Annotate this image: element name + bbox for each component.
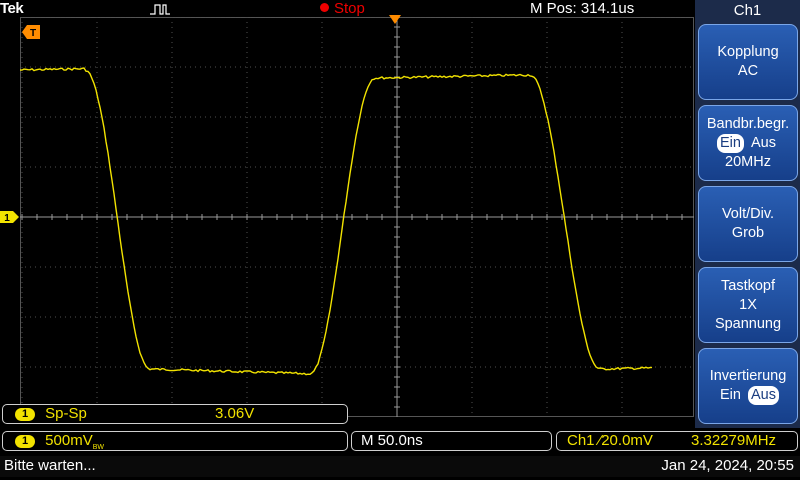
bandwidth-on-option[interactable]: Ein <box>717 133 744 153</box>
trigger-level-marker[interactable]: T <box>22 25 40 39</box>
trigger-position-marker[interactable] <box>389 15 401 24</box>
invert-label: Invertierung <box>709 368 787 384</box>
probe-label: Tastkopf <box>721 277 775 294</box>
measurement-readout[interactable]: 1 Sp-Sp 3.06V <box>2 404 348 424</box>
timebase-readout[interactable]: M 50.0ns <box>351 431 552 451</box>
volts-per-div: 500mV <box>45 432 93 449</box>
probe-type: Spannung <box>714 315 782 332</box>
measurement-value: 3.06V <box>215 405 255 422</box>
top-status-bar: Tek Stop M Pos: 314.1us <box>0 0 694 18</box>
measurement-label: Sp-Sp <box>45 405 87 422</box>
timebase-value: M 50.0ns <box>361 432 423 449</box>
run-state-icon <box>320 3 329 12</box>
trigger-source: Ch1 <box>567 432 595 449</box>
invert-off-option[interactable]: Aus <box>748 386 779 405</box>
probe-button[interactable]: Tastkopf 1X Spannung <box>698 267 798 343</box>
date-time: Jan 24, 2024, 20:55 <box>661 457 794 474</box>
ch1-waveform-trace <box>20 67 653 376</box>
invert-button[interactable]: Invertierung Ein Aus <box>698 348 798 424</box>
volt-div-value: Grob <box>731 225 765 241</box>
bandwidth-off-option[interactable]: Aus <box>748 134 779 153</box>
trigger-readout[interactable]: Ch1 ⁄20.0mV 3.32279MHz <box>556 431 798 451</box>
svg-text:T: T <box>30 28 36 39</box>
coupling-button[interactable]: Kopplung AC <box>698 24 798 100</box>
frequency-readout: 3.32279MHz <box>691 432 777 449</box>
oscilloscope-screen: Tek Stop M Pos: 314.1us 1 T Ch1 Kopplung… <box>0 0 800 480</box>
bandwidth-limit-button[interactable]: Bandbr.begr. Ein Aus 20MHz <box>698 105 798 181</box>
run-state: Stop <box>334 0 365 17</box>
status-message: Bitte warten... <box>4 457 96 474</box>
channel-side-menu: Ch1 Kopplung AC Bandbr.begr. Ein Aus 20M… <box>695 0 800 428</box>
side-menu-title: Ch1 <box>733 2 762 19</box>
main-position: M Pos: 314.1us <box>530 0 635 17</box>
channel-scale-readout[interactable]: 1 500mVBW <box>2 431 348 451</box>
probe-attenuation: 1X <box>739 296 757 313</box>
invert-on-option[interactable]: Ein <box>717 386 744 405</box>
volt-div-button[interactable]: Volt/Div. Grob <box>698 186 798 262</box>
ch1-ground-marker[interactable]: 1 <box>0 211 20 223</box>
bandwidth-label: Bandbr.begr. <box>706 115 790 132</box>
brand-logo: Tek <box>0 0 24 17</box>
trigger-level: 20.0mV <box>601 432 653 449</box>
graticule <box>20 17 694 417</box>
channel-badge: 1 <box>15 434 35 448</box>
bandwidth-limit-indicator: BW <box>92 444 104 451</box>
bandwidth-value: 20MHz <box>725 153 771 170</box>
svg-text:1: 1 <box>4 213 10 223</box>
coupling-value: AC <box>737 63 759 79</box>
measurement-channel-badge: 1 <box>15 407 35 421</box>
waveform-display[interactable] <box>20 17 694 417</box>
trigger-status-icon <box>150 4 170 15</box>
coupling-label: Kopplung <box>717 44 779 60</box>
status-bar: Bitte warten... Jan 24, 2024, 20:55 <box>0 456 800 477</box>
volt-div-label: Volt/Div. <box>721 206 775 222</box>
